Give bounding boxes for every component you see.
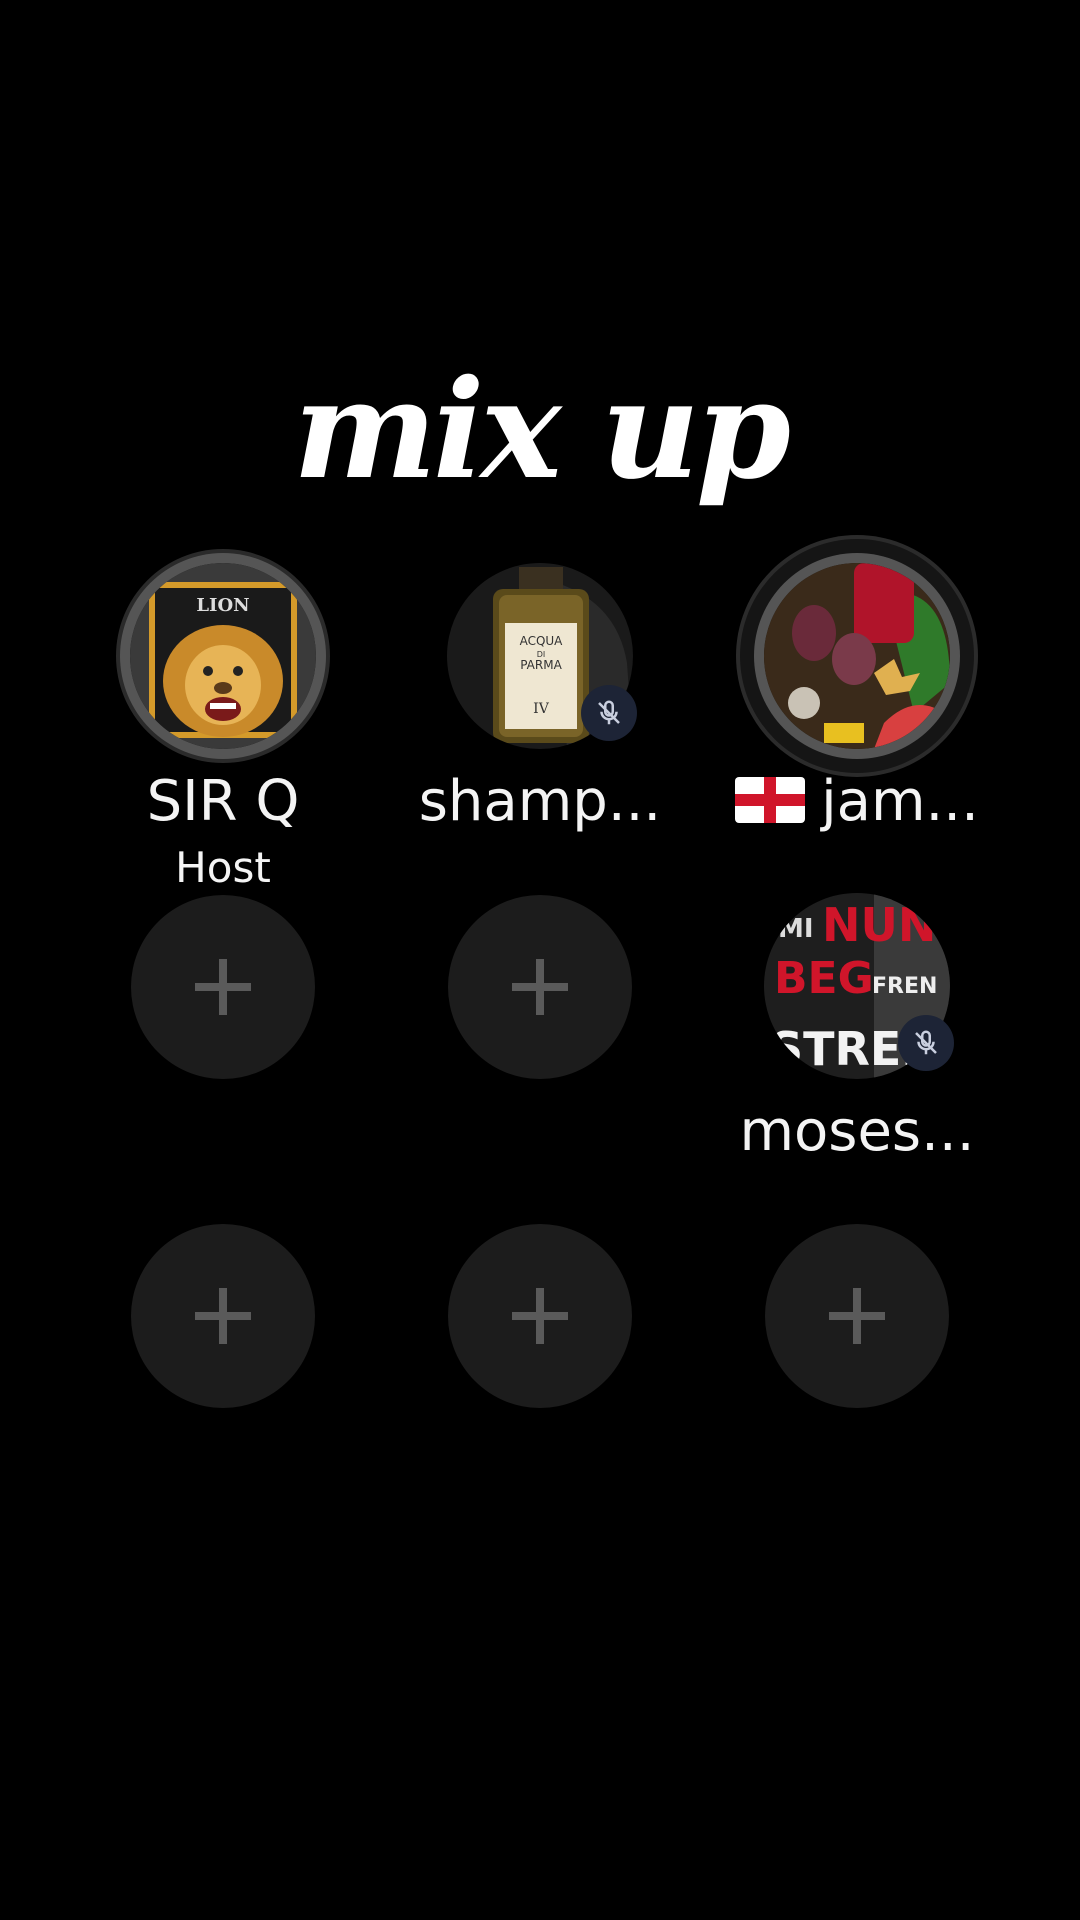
poster-text: BEG xyxy=(774,953,874,1004)
avatar[interactable]: LION xyxy=(130,563,316,749)
bottle-label-text: ACQUA xyxy=(520,634,564,648)
mic-off-icon xyxy=(581,685,637,741)
add-seat-button[interactable] xyxy=(448,895,632,1079)
seat-guest[interactable]: ACQUA DI PARMA IV shamp... xyxy=(390,563,690,837)
seat-empty[interactable] xyxy=(707,1224,1007,1408)
mic-off-icon xyxy=(898,1015,954,1071)
add-seat-button[interactable] xyxy=(131,1224,315,1408)
seat-empty[interactable] xyxy=(390,1224,690,1408)
avatar[interactable]: ACQUA DI PARMA IV xyxy=(447,563,637,749)
seat-guest[interactable]: MI NUN BEG FREN STREE moses... xyxy=(707,893,1007,1167)
lion-logo-text: LION xyxy=(196,595,249,616)
room-title: mix up xyxy=(293,350,791,510)
seat-name-text: jam... xyxy=(821,769,979,834)
seat-host[interactable]: LION SIR Q Host xyxy=(73,563,373,893)
add-seat-button[interactable] xyxy=(448,1224,632,1408)
england-flag-icon xyxy=(735,770,806,840)
add-seat-button[interactable] xyxy=(131,895,315,1079)
seat-empty[interactable] xyxy=(73,895,373,1079)
seat-name: SIR Q xyxy=(146,769,300,834)
plus-icon xyxy=(512,959,568,1015)
seat-name: jam... xyxy=(707,767,1007,840)
seat-empty[interactable] xyxy=(390,895,690,1079)
poster-text: NUN xyxy=(822,898,936,952)
poster-text: FREN xyxy=(872,974,937,999)
host-label: Host xyxy=(175,843,271,892)
seat-name: shamp... xyxy=(418,769,662,834)
plus-icon xyxy=(195,1288,251,1344)
poster-text: MI xyxy=(778,914,814,944)
seat-name: moses... xyxy=(739,1099,975,1164)
plus-icon xyxy=(195,959,251,1015)
bottle-label-text: PARMA xyxy=(520,658,562,672)
bottle-label-text: IV xyxy=(533,701,550,717)
seat-empty[interactable] xyxy=(73,1224,373,1408)
plus-icon xyxy=(829,1288,885,1344)
plus-icon xyxy=(512,1288,568,1344)
avatar[interactable]: MI NUN BEG FREN STREE xyxy=(764,893,954,1079)
seat-guest[interactable]: jam... xyxy=(707,563,1007,840)
avatar[interactable] xyxy=(764,563,950,749)
add-seat-button[interactable] xyxy=(765,1224,949,1408)
